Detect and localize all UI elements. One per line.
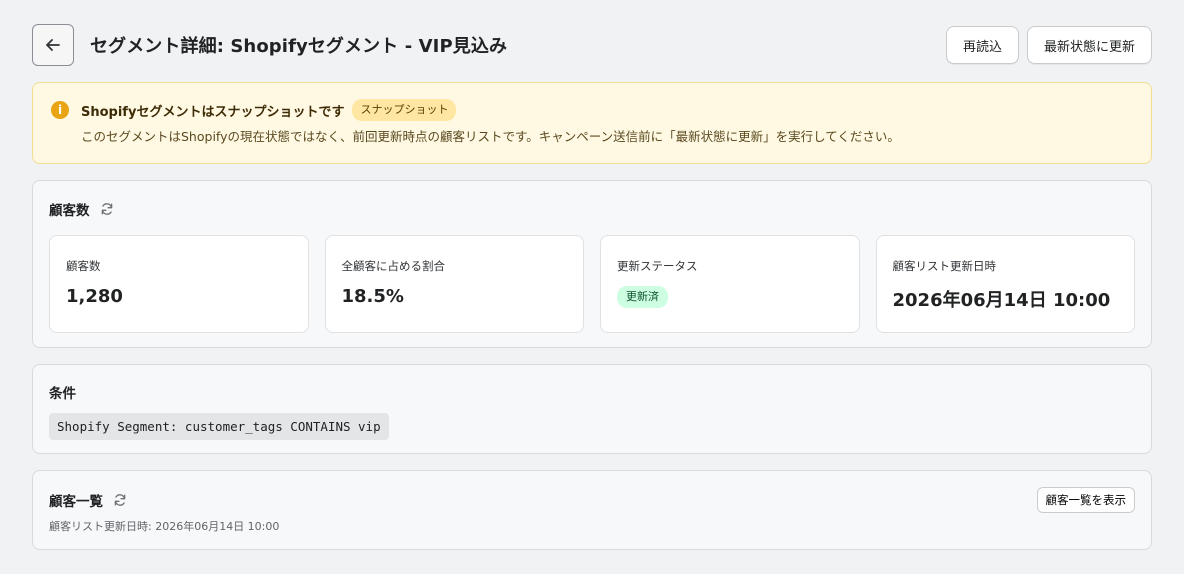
- page-title: セグメント詳細: Shopifyセグメント - VIP見込み: [90, 36, 508, 57]
- card-title: 顧客一覧: [49, 494, 103, 510]
- stat-updated-at: 顧客リスト更新日時 2026年06月14日 10:00: [875, 235, 1135, 333]
- card-title: 顧客数: [49, 203, 90, 219]
- header-left: セグメント詳細: Shopifyセグメント - VIP見込み: [32, 24, 507, 66]
- status-badge: 更新済: [617, 286, 668, 308]
- snapshot-banner: i Shopifyセグメントはスナップショットです スナップショット このセグメ…: [32, 82, 1152, 164]
- customer-count-card: 顧客数 顧客数 1,280 全顧客に占める割合 18.5% 更新ステータス 更新…: [32, 180, 1152, 348]
- stat-value: 2026年06月14日 10:00: [892, 290, 1111, 311]
- refresh-latest-button[interactable]: 最新状態に更新: [1026, 26, 1152, 64]
- banner-title: Shopifyセグメントはスナップショットです: [81, 104, 345, 120]
- arrow-left-icon: [46, 39, 60, 51]
- stat-label: 全顧客に占める割合: [341, 259, 446, 273]
- stat-label: 更新ステータス: [617, 259, 698, 273]
- card-title-row: 顧客数: [49, 199, 1135, 219]
- conditions-card: 条件 Shopify Segment: customer_tags CONTAI…: [32, 364, 1152, 454]
- snapshot-badge: スナップショット: [352, 99, 457, 121]
- customer-list-updated-at: 顧客リスト更新日時: 2026年06月14日 10:00: [49, 520, 280, 533]
- refresh-icon[interactable]: [100, 202, 114, 216]
- back-button[interactable]: [32, 24, 74, 66]
- header-actions: 再読込 最新状態に更新: [945, 26, 1152, 64]
- stat-label: 顧客リスト更新日時: [892, 259, 997, 273]
- info-icon: i: [51, 101, 69, 119]
- card-title: 条件: [49, 386, 76, 402]
- show-customer-list-button[interactable]: 顧客一覧を表示: [1036, 487, 1135, 513]
- page-header: セグメント詳細: Shopifyセグメント - VIP見込み 再読込 最新状態に…: [32, 24, 1152, 66]
- stat-customer-ratio: 全顧客に占める割合 18.5%: [324, 235, 584, 333]
- banner-title-row: Shopifyセグメントはスナップショットです スナップショット: [81, 99, 900, 121]
- banner-body: このセグメントはShopifyの現在状態ではなく、前回更新時点の顧客リストです。…: [81, 129, 900, 144]
- customer-list-card: 顧客一覧 顧客一覧を表示 顧客リスト更新日時: 2026年06月14日 10:0…: [32, 470, 1152, 550]
- page: セグメント詳細: Shopifyセグメント - VIP見込み 再読込 最新状態に…: [32, 24, 1152, 550]
- refresh-icon[interactable]: [113, 493, 127, 507]
- banner-content: Shopifyセグメントはスナップショットです スナップショット このセグメント…: [81, 99, 900, 163]
- stat-value: 1,280: [66, 286, 123, 307]
- stat-customer-count: 顧客数 1,280: [49, 235, 309, 333]
- stat-label: 顧客数: [66, 259, 101, 273]
- condition-query: Shopify Segment: customer_tags CONTAINS …: [49, 413, 389, 440]
- stats-row: 顧客数 1,280 全顧客に占める割合 18.5% 更新ステータス 更新済 顧客…: [49, 235, 1135, 333]
- reload-button[interactable]: 再読込: [945, 26, 1019, 64]
- stat-update-status: 更新ステータス 更新済: [600, 235, 860, 333]
- stat-value: 18.5%: [341, 286, 404, 307]
- customer-list-header: 顧客一覧 顧客一覧を表示: [49, 487, 1135, 513]
- card-title-row: 顧客一覧: [49, 490, 127, 510]
